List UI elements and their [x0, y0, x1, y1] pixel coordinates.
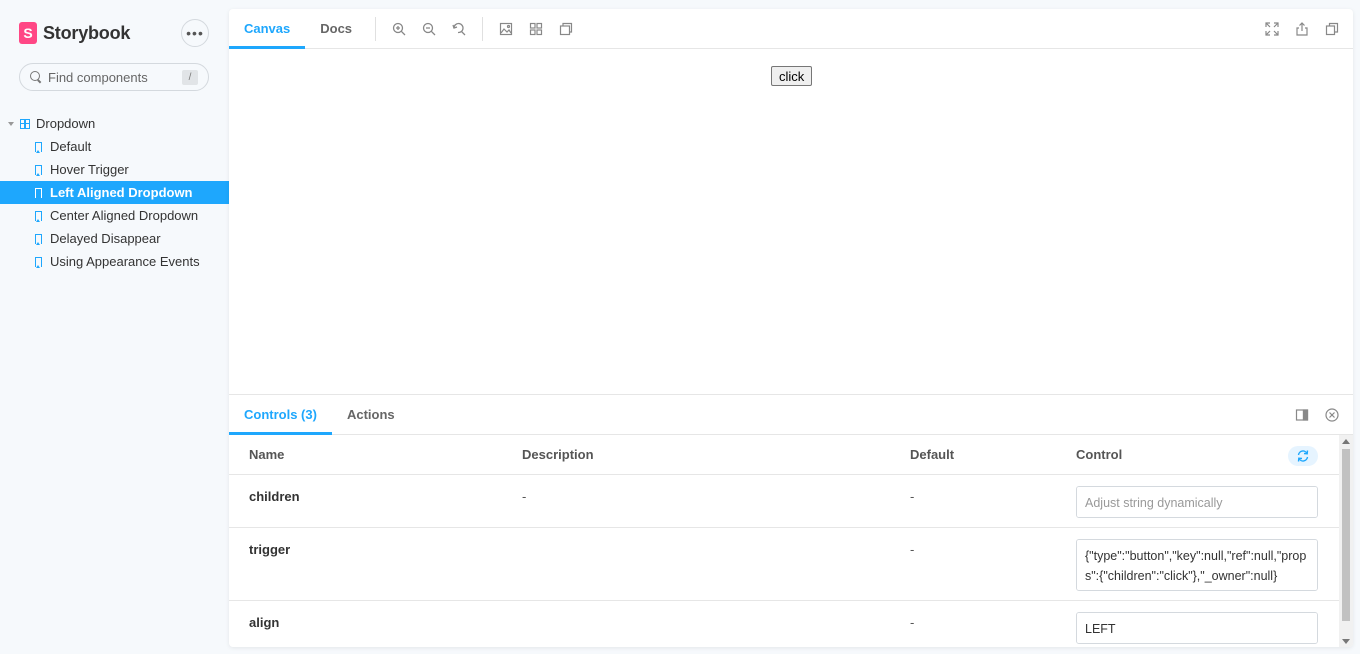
addons-scrollbar[interactable]	[1339, 435, 1353, 647]
prop-default: -	[910, 615, 915, 630]
refresh-icon	[1297, 450, 1309, 462]
chevron-down-icon[interactable]	[8, 121, 14, 126]
tab-docs[interactable]: Docs	[305, 9, 367, 49]
bookmark-icon	[35, 164, 42, 176]
storybook-logo-icon: S	[19, 22, 37, 44]
table-row: trigger -	[229, 528, 1339, 601]
zoom-out-icon[interactable]	[414, 14, 444, 44]
children-control-input[interactable]	[1076, 486, 1318, 518]
prop-default: -	[910, 489, 915, 504]
search-shortcut-badge: /	[182, 70, 198, 85]
addon-tools	[1287, 400, 1347, 430]
story-item-delayed-disappear[interactable]: Delayed Disappear	[0, 227, 229, 250]
header-control: Control	[1076, 447, 1123, 462]
measure-icon[interactable]	[551, 14, 581, 44]
table-header: Name Description Default Control	[229, 435, 1339, 475]
controls-table: Name Description Default Control childre…	[229, 435, 1339, 647]
search-input[interactable]	[48, 69, 178, 85]
table-row: children - -	[229, 475, 1339, 528]
scroll-down-arrow-icon[interactable]	[1342, 639, 1350, 644]
reset-controls-button[interactable]	[1288, 446, 1318, 466]
brand-title: Storybook	[43, 22, 131, 43]
panel-orientation-icon[interactable]	[1287, 400, 1317, 430]
tab-actions[interactable]: Actions	[332, 395, 410, 435]
grid-icon[interactable]	[521, 14, 551, 44]
story-item-left-aligned-dropdown[interactable]: Left Aligned Dropdown	[0, 181, 229, 204]
copy-link-icon[interactable]	[1317, 14, 1347, 44]
story-tree: Dropdown Default Hover Trigger Left Alig…	[0, 112, 229, 273]
bookmark-icon	[35, 210, 42, 222]
trigger-control-input[interactable]	[1076, 539, 1318, 591]
tab-canvas[interactable]: Canvas	[229, 9, 306, 49]
search-box[interactable]: /	[19, 63, 209, 91]
prop-description: -	[522, 489, 527, 504]
addons-panel: Controls (3) Actions Name Description De…	[229, 394, 1353, 647]
fullscreen-icon[interactable]	[1257, 14, 1287, 44]
story-label: Using Appearance Events	[50, 254, 200, 269]
addon-tabs: Controls (3) Actions	[229, 395, 1353, 435]
story-label: Default	[50, 139, 92, 154]
toolbar-divider	[375, 16, 377, 41]
story-label: Left Aligned Dropdown	[50, 185, 193, 200]
background-icon[interactable]	[491, 14, 521, 44]
prop-default: -	[910, 542, 915, 557]
header-default: Default	[910, 447, 955, 462]
zoom-reset-icon[interactable]	[444, 14, 474, 44]
sidebar: S Storybook ••• / Dropdown Default Hover…	[0, 0, 229, 654]
main-panel: Canvas Docs click Controls (3) Actions N…	[229, 9, 1353, 647]
ellipsis-icon: •••	[186, 25, 204, 41]
story-label: Hover Trigger	[50, 162, 129, 177]
search-icon	[30, 71, 42, 83]
component-icon	[20, 118, 30, 129]
toolbar-divider	[482, 16, 484, 41]
story-canvas: click	[229, 49, 1353, 394]
scrollbar-thumb[interactable]	[1342, 449, 1350, 621]
bookmark-icon	[35, 256, 42, 268]
header-description: Description	[522, 447, 594, 462]
prop-name: children	[249, 489, 300, 504]
header-name: Name	[249, 447, 285, 462]
story-label: Delayed Disappear	[50, 231, 161, 246]
bookmark-icon	[35, 141, 42, 153]
menu-button[interactable]: •••	[181, 19, 209, 47]
story-item-hover-trigger[interactable]: Hover Trigger	[0, 158, 229, 181]
prop-name: trigger	[249, 542, 291, 557]
preview-click-button[interactable]: click	[771, 66, 813, 86]
brand[interactable]: S Storybook	[19, 22, 130, 44]
story-item-default[interactable]: Default	[0, 135, 229, 158]
story-item-center-aligned-dropdown[interactable]: Center Aligned Dropdown	[0, 204, 229, 227]
tree-item-dropdown[interactable]: Dropdown	[0, 112, 229, 135]
align-control-input[interactable]	[1076, 612, 1318, 644]
tab-controls[interactable]: Controls (3)	[229, 395, 332, 435]
toolbar-right	[1257, 14, 1347, 44]
table-row: align -	[229, 601, 1339, 647]
toolbar: Canvas Docs	[229, 9, 1353, 49]
zoom-in-icon[interactable]	[384, 14, 414, 44]
bookmark-icon	[35, 233, 42, 245]
prop-name: align	[249, 615, 280, 630]
story-item-using-appearance-events[interactable]: Using Appearance Events	[0, 250, 229, 273]
close-icon[interactable]	[1317, 400, 1347, 430]
scroll-up-arrow-icon[interactable]	[1342, 439, 1350, 444]
bookmark-icon	[35, 187, 42, 199]
share-icon[interactable]	[1287, 14, 1317, 44]
tree-item-label: Dropdown	[36, 116, 96, 131]
story-label: Center Aligned Dropdown	[50, 208, 199, 223]
